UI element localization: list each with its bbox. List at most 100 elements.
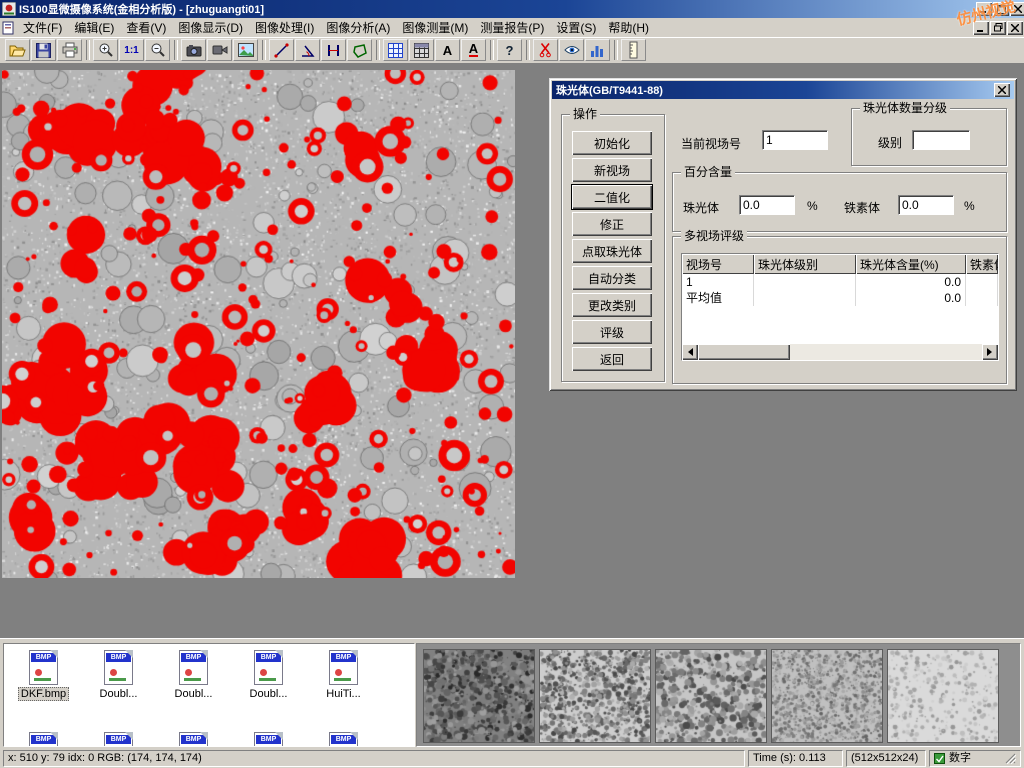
- bmp-file-icon: BMP: [329, 732, 358, 747]
- image-icon[interactable]: [233, 39, 258, 61]
- save-icon[interactable]: [31, 39, 56, 61]
- mdi-close-button[interactable]: [1007, 21, 1023, 35]
- table-header: 视场号 珠光体级别 珠光体含量(%) 铁素体含量(%): [682, 254, 998, 274]
- measure-angle-icon[interactable]: [295, 39, 320, 61]
- toolbar-separator: [262, 40, 266, 60]
- table-row[interactable]: 平均值 0.0: [682, 290, 998, 306]
- table-icon[interactable]: [409, 39, 434, 61]
- file-item[interactable]: BMP: [81, 732, 156, 747]
- text-tool-icon[interactable]: A: [435, 39, 460, 61]
- zoom-out-icon[interactable]: [145, 39, 170, 61]
- level-input[interactable]: [912, 130, 970, 150]
- file-name: Doubl...: [250, 688, 288, 700]
- menu-settings[interactable]: 设置(S): [550, 17, 602, 38]
- binarize-button[interactable]: 二值化: [572, 185, 652, 209]
- mdi-minimize-button[interactable]: [973, 21, 989, 35]
- thumbnail[interactable]: [887, 649, 999, 743]
- capture-icon[interactable]: [181, 39, 206, 61]
- menu-image-analysis[interactable]: 图像分析(A): [320, 17, 396, 38]
- file-name: DKF.bmp: [18, 687, 69, 701]
- menu-view[interactable]: 查看(V): [120, 17, 172, 38]
- dialog-close-icon[interactable]: [994, 83, 1010, 97]
- correct-button[interactable]: 修正: [572, 212, 652, 236]
- ruler-icon[interactable]: [621, 39, 646, 61]
- menu-file[interactable]: 文件(F): [17, 17, 68, 38]
- status-time: Time (s): 0.113: [748, 750, 843, 767]
- level-label: 级别: [878, 134, 902, 151]
- minimize-button[interactable]: [976, 2, 992, 16]
- init-button[interactable]: 初始化: [572, 131, 652, 155]
- table-row[interactable]: 1 0.0: [682, 274, 998, 290]
- auto-classify-button[interactable]: 自动分类: [572, 266, 652, 290]
- file-item[interactable]: BMP: [306, 732, 381, 747]
- menu-edit[interactable]: 编辑(E): [68, 17, 120, 38]
- annotate-icon[interactable]: A: [461, 39, 486, 61]
- title-bar[interactable]: IS100显微摄像系统(金相分析版) - [zhuguangti01]: [0, 0, 1024, 18]
- scroll-left-icon[interactable]: [682, 344, 698, 360]
- mdi-document-icon[interactable]: [2, 21, 15, 35]
- menu-image-process[interactable]: 图像处理(I): [249, 17, 320, 38]
- file-item[interactable]: BMP HuiTi...: [306, 650, 381, 701]
- file-name: HuiTi...: [326, 688, 360, 700]
- pearlite-percent-input[interactable]: [739, 195, 795, 215]
- current-field-input[interactable]: [762, 130, 828, 150]
- file-item[interactable]: BMP Doubl...: [231, 650, 306, 701]
- status-mode-panel: 数字: [929, 750, 1021, 767]
- col-pearlite-content[interactable]: 珠光体含量(%): [856, 254, 966, 274]
- restore-button[interactable]: [993, 2, 1009, 16]
- cell-level: [754, 290, 856, 306]
- cut-icon[interactable]: [533, 39, 558, 61]
- new-field-button[interactable]: 新视场: [572, 158, 652, 182]
- eye-icon[interactable]: [559, 39, 584, 61]
- thumbnail[interactable]: [655, 649, 767, 743]
- digital-mode-icon: [934, 753, 945, 764]
- menu-measure-report[interactable]: 测量报告(P): [474, 17, 550, 38]
- scrollbar-track[interactable]: [790, 344, 982, 360]
- metallographic-image[interactable]: [2, 70, 515, 578]
- file-item[interactable]: BMP: [231, 732, 306, 747]
- actual-size-icon[interactable]: 1:1: [119, 39, 144, 61]
- menu-image-display[interactable]: 图像显示(D): [172, 17, 249, 38]
- scroll-right-icon[interactable]: [982, 344, 998, 360]
- menu-help[interactable]: 帮助(H): [602, 17, 655, 38]
- print-icon[interactable]: [57, 39, 82, 61]
- toolbar-separator: [614, 40, 618, 60]
- dialog-title-bar[interactable]: 珠光体(GB/T9441-88): [552, 81, 1014, 99]
- open-icon[interactable]: [5, 39, 30, 61]
- mdi-restore-button[interactable]: [990, 21, 1006, 35]
- file-item[interactable]: BMP: [156, 732, 231, 747]
- thumbnail[interactable]: [423, 649, 535, 743]
- grid-icon[interactable]: [383, 39, 408, 61]
- file-item[interactable]: BMP Doubl...: [81, 650, 156, 701]
- col-ferrite-content[interactable]: 铁素体含量(%): [966, 254, 998, 274]
- scrollbar-thumb[interactable]: [698, 344, 790, 360]
- file-item[interactable]: BMP DKF.bmp: [6, 650, 81, 701]
- zoom-in-icon[interactable]: [93, 39, 118, 61]
- measure-line-icon[interactable]: [269, 39, 294, 61]
- measure-caliper-icon[interactable]: [321, 39, 346, 61]
- rate-button[interactable]: 评级: [572, 320, 652, 344]
- status-mode: 数字: [949, 751, 971, 766]
- toolbar-separator: [490, 40, 494, 60]
- table-hscrollbar[interactable]: [682, 344, 998, 360]
- col-pearlite-level[interactable]: 珠光体级别: [754, 254, 856, 274]
- histogram-icon[interactable]: [585, 39, 610, 61]
- thumbnail[interactable]: [771, 649, 883, 743]
- resize-grip[interactable]: [1004, 752, 1016, 764]
- thumbnail[interactable]: [539, 649, 651, 743]
- return-button[interactable]: 返回: [572, 347, 652, 371]
- pick-pearlite-button[interactable]: 点取珠光体: [572, 239, 652, 263]
- change-class-button[interactable]: 更改类别: [572, 293, 652, 317]
- video-icon[interactable]: [207, 39, 232, 61]
- measure-area-icon[interactable]: [347, 39, 372, 61]
- window-title: IS100显微摄像系统(金相分析版) - [zhuguangti01]: [19, 1, 973, 17]
- help-icon[interactable]: ?: [497, 39, 522, 61]
- col-field-number[interactable]: 视场号: [682, 254, 754, 274]
- ferrite-percent-input[interactable]: [898, 195, 954, 215]
- file-item[interactable]: BMP Doubl...: [156, 650, 231, 701]
- close-button[interactable]: [1010, 2, 1024, 16]
- bmp-file-icon: BMP: [104, 650, 133, 685]
- menu-image-measure[interactable]: 图像测量(M): [396, 17, 474, 38]
- menu-bar: 文件(F) 编辑(E) 查看(V) 图像显示(D) 图像处理(I) 图像分析(A…: [0, 18, 1024, 38]
- file-item[interactable]: BMP: [6, 732, 81, 747]
